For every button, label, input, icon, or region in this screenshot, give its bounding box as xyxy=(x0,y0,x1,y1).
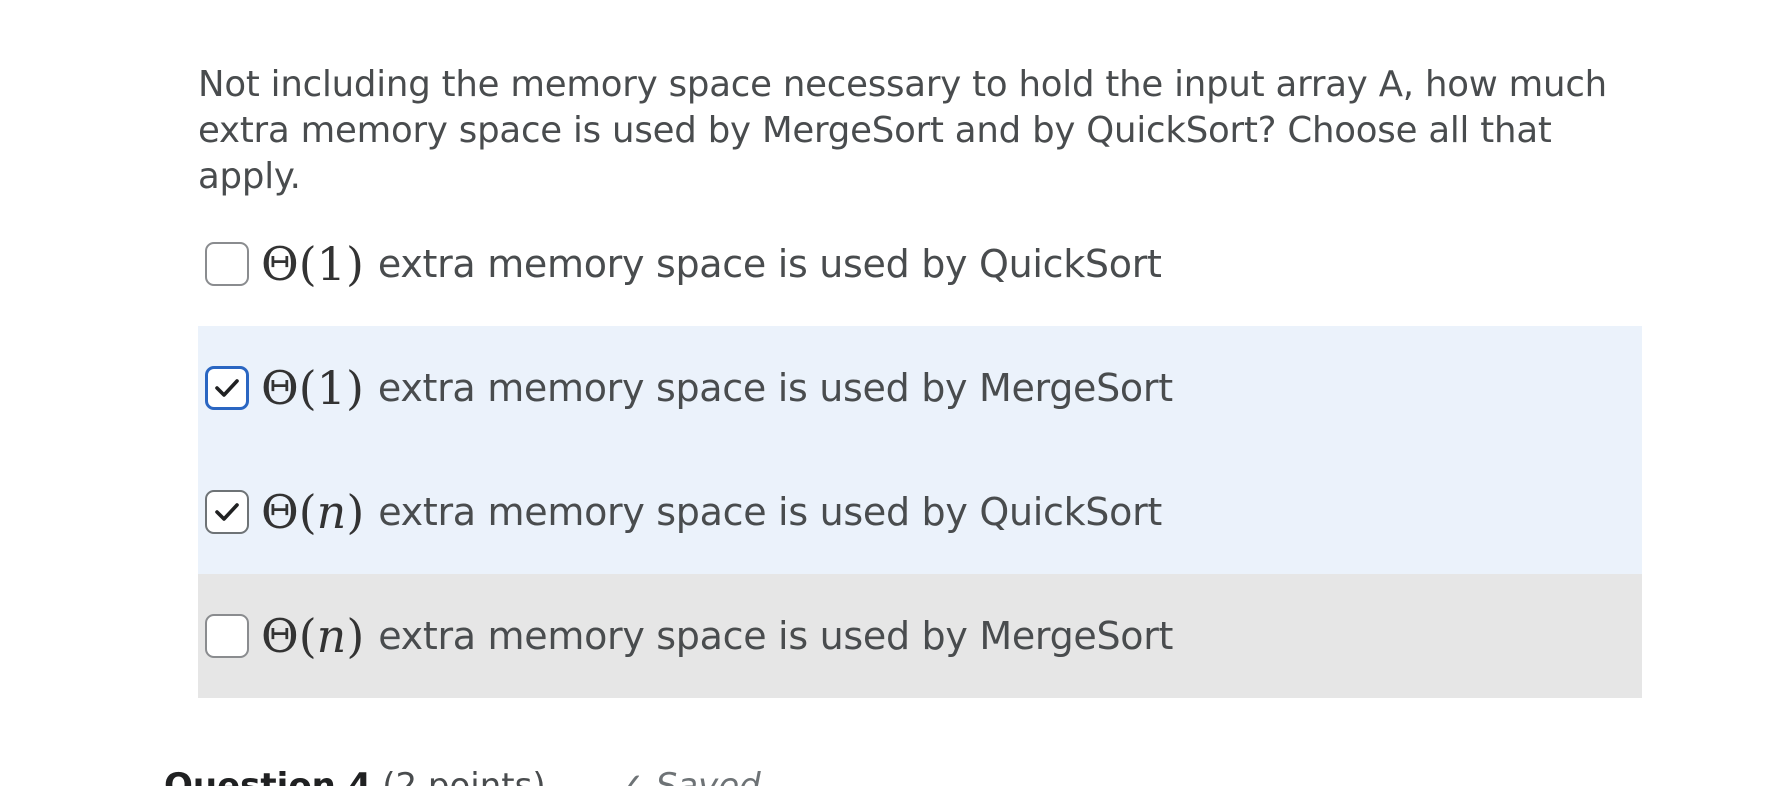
option-checkbox[interactable] xyxy=(205,490,249,534)
option-checkbox[interactable] xyxy=(205,242,249,286)
next-question-header: Question 4 (2 points) ✓ Saved xyxy=(164,766,761,786)
saved-status: ✓ Saved xyxy=(616,766,760,786)
option-label: extra memory space is used by MergeSort xyxy=(377,366,1173,410)
saved-label: Saved xyxy=(655,766,761,786)
question-text: Not including the memory space necessary… xyxy=(198,64,1607,197)
option-theta-1-quicksort[interactable]: Θ(1) extra memory space is used by Quick… xyxy=(198,202,1642,326)
math-expression: Θ(n) xyxy=(261,485,365,539)
option-theta-n-quicksort[interactable]: Θ(n) extra memory space is used by Quick… xyxy=(198,450,1642,574)
option-theta-1-mergesort[interactable]: Θ(1) extra memory space is used by Merge… xyxy=(198,326,1642,450)
math-expression: Θ(1) xyxy=(261,237,364,291)
check-icon xyxy=(215,379,239,397)
answer-options: Θ(1) extra memory space is used by Quick… xyxy=(198,202,1642,698)
option-label: extra memory space is used by QuickSort xyxy=(378,490,1162,534)
option-label: extra memory space is used by QuickSort xyxy=(377,242,1162,286)
quiz-page: Not including the memory space necessary… xyxy=(0,0,1784,786)
math-expression: Θ(n) xyxy=(261,609,365,663)
math-expression: Θ(1) xyxy=(261,361,364,415)
option-label: extra memory space is used by MergeSort xyxy=(378,614,1174,658)
option-checkbox[interactable] xyxy=(205,366,249,410)
option-checkbox[interactable] xyxy=(205,614,249,658)
check-icon xyxy=(215,503,239,521)
question-points: (2 points) xyxy=(382,766,546,786)
option-theta-n-mergesort[interactable]: Θ(n) extra memory space is used by Merge… xyxy=(198,574,1642,698)
question-number: Question 4 xyxy=(164,766,372,786)
check-icon: ✓ xyxy=(616,766,645,786)
